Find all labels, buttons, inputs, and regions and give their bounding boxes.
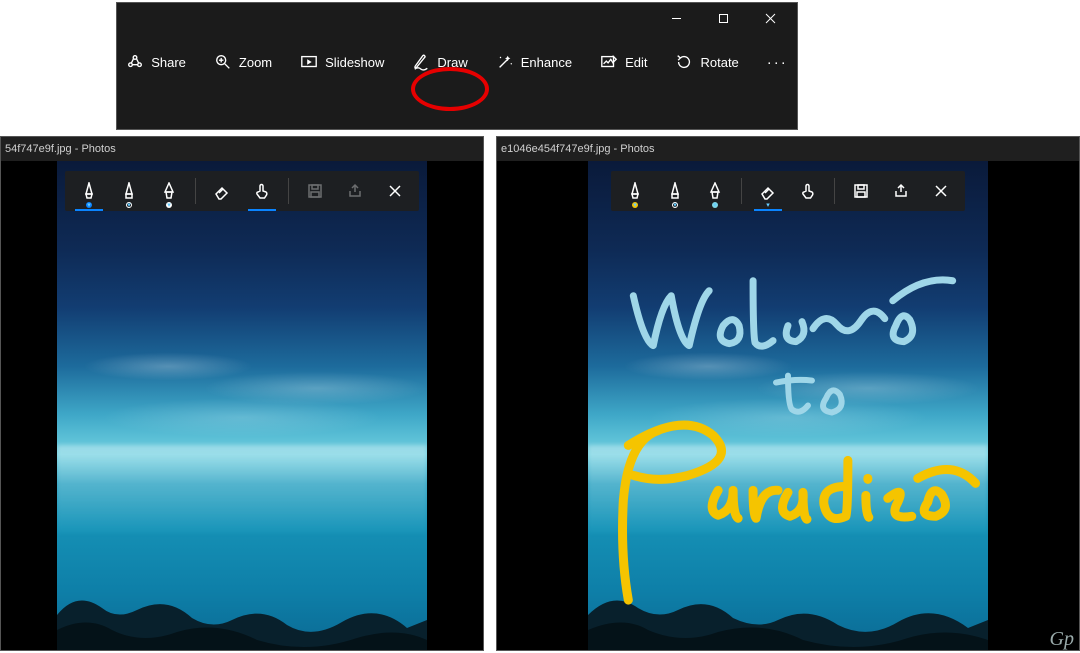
window-title-left: 54f747e9f.jpg - Photos	[1, 137, 483, 161]
toolbar-share-label: Share	[151, 55, 186, 70]
pencil-pen[interactable]: ▾	[657, 171, 693, 211]
eraser-tool[interactable]	[204, 171, 240, 211]
slideshow-icon	[300, 53, 318, 71]
eraser-tool[interactable]: ▾	[750, 171, 786, 211]
photos-toolbar: Share Zoom Slideshow Draw Enhance	[117, 33, 797, 91]
draw-icon	[412, 53, 430, 71]
toolbar-slideshow-label: Slideshow	[325, 55, 384, 70]
photo-left	[57, 161, 427, 650]
toolbar-rotate-label: Rotate	[700, 55, 738, 70]
ink-toolbar-right: ▾ ▾ ▾ ▾	[611, 171, 965, 211]
toolbar-edit-label: Edit	[625, 55, 647, 70]
photos-draw-window-left: 54f747e9f.jpg - Photos ▾ ▾ ▾	[0, 136, 484, 651]
toolbar-zoom[interactable]: Zoom	[214, 53, 272, 71]
save-ink-button[interactable]	[843, 171, 879, 211]
enhance-icon	[496, 53, 514, 71]
rotate-icon	[675, 53, 693, 71]
toolbar-share[interactable]: Share	[126, 53, 186, 71]
share-icon	[126, 53, 144, 71]
maximize-button[interactable]	[701, 3, 746, 33]
toolbar-more[interactable]: ···	[767, 54, 788, 71]
annotation-highlight-circle	[411, 67, 489, 111]
save-ink-button[interactable]	[297, 171, 333, 211]
toolbar-rotate[interactable]: Rotate	[675, 53, 738, 71]
canvas-area-left[interactable]: ▾ ▾ ▾	[1, 161, 483, 650]
toolbar-draw-label: Draw	[437, 55, 467, 70]
close-ink-button[interactable]	[377, 171, 413, 211]
photos-main-window: Share Zoom Slideshow Draw Enhance	[116, 2, 798, 130]
ballpoint-pen[interactable]: ▾	[617, 171, 653, 211]
touch-writing-tool[interactable]	[790, 171, 826, 211]
toolbar-slideshow[interactable]: Slideshow	[300, 53, 384, 71]
minimize-button[interactable]	[654, 3, 699, 33]
photos-draw-window-right: e1046e454f747e9f.jpg - Photos	[496, 136, 1080, 651]
pencil-pen[interactable]: ▾	[111, 171, 147, 211]
photo-right	[588, 161, 988, 650]
canvas-area-right[interactable]: ▾ ▾ ▾ ▾	[497, 161, 1079, 650]
toolbar-enhance-label: Enhance	[521, 55, 572, 70]
ballpoint-pen[interactable]: ▾	[71, 171, 107, 211]
touch-writing-tool[interactable]	[244, 171, 280, 211]
more-icon: ···	[767, 54, 788, 71]
share-ink-button[interactable]	[337, 171, 373, 211]
calligraphy-pen[interactable]: ▾	[697, 171, 733, 211]
toolbar-enhance[interactable]: Enhance	[496, 53, 572, 71]
toolbar-zoom-label: Zoom	[239, 55, 272, 70]
close-ink-button[interactable]	[923, 171, 959, 211]
edit-icon	[600, 53, 618, 71]
zoom-icon	[214, 53, 232, 71]
calligraphy-pen[interactable]: ▾	[151, 171, 187, 211]
ink-toolbar-left: ▾ ▾ ▾	[65, 171, 419, 211]
watermark: Gp	[1050, 628, 1074, 651]
share-ink-button[interactable]	[883, 171, 919, 211]
toolbar-draw[interactable]: Draw	[412, 53, 467, 71]
close-button[interactable]	[748, 3, 793, 33]
window-title-right: e1046e454f747e9f.jpg - Photos	[497, 137, 1079, 161]
toolbar-edit[interactable]: Edit	[600, 53, 647, 71]
window-titlebar	[117, 3, 797, 33]
